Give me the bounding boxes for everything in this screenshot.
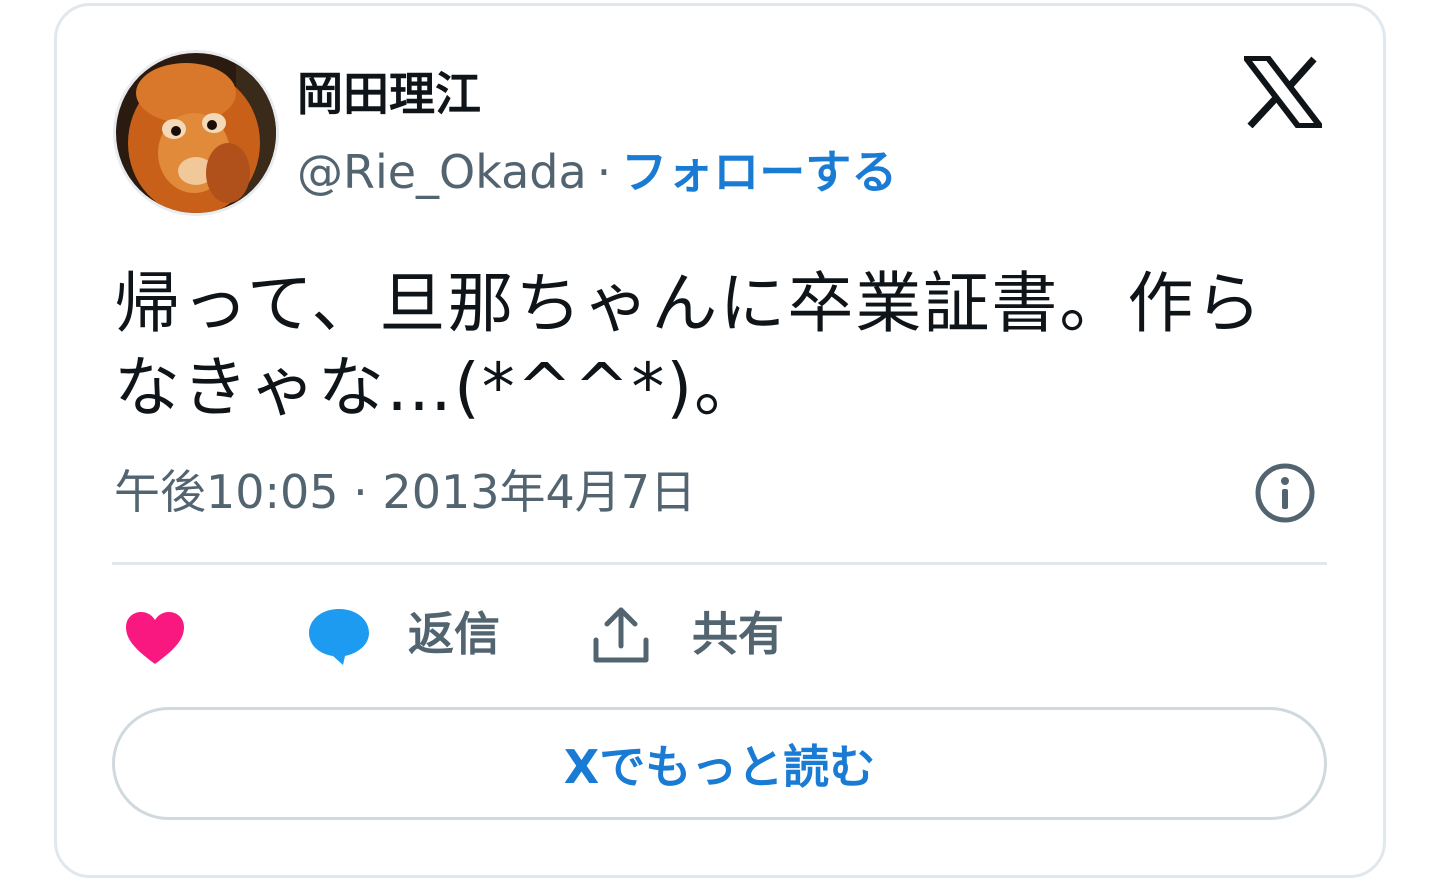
author-handle[interactable]: @Rie_Okada	[297, 145, 587, 199]
author-meta-row: @Rie_Okada · フォローする	[297, 142, 897, 202]
tweet-text-line: なきゃな…(*^^*)。	[114, 349, 763, 426]
divider	[112, 562, 1327, 565]
read-more-on-x-button[interactable]: Xでもっと読む	[112, 707, 1327, 820]
follow-button[interactable]: フォローする	[621, 145, 897, 199]
avatar[interactable]	[113, 50, 279, 216]
tweet-text: 帰って、旦那ちゃんに卒業証書。作ら なきゃな…(*^^*)。	[114, 262, 1334, 430]
x-logo-icon[interactable]	[1239, 55, 1327, 129]
tweet-text-line: 帰って、旦那ちゃんに卒業証書。作ら	[114, 265, 1264, 342]
info-icon[interactable]	[1254, 462, 1316, 524]
separator-dot: ·	[596, 145, 612, 199]
heart-icon[interactable]	[124, 610, 186, 666]
reply-button[interactable]: 返信	[408, 603, 500, 665]
author-name[interactable]: 岡田理江	[297, 64, 481, 124]
share-upload-icon[interactable]	[592, 606, 650, 666]
speech-bubble-icon[interactable]	[307, 607, 371, 667]
avatar-image	[116, 53, 276, 213]
tweet-timestamp[interactable]: 午後10:05 · 2013年4月7日	[114, 462, 696, 522]
share-button[interactable]: 共有	[692, 603, 784, 665]
